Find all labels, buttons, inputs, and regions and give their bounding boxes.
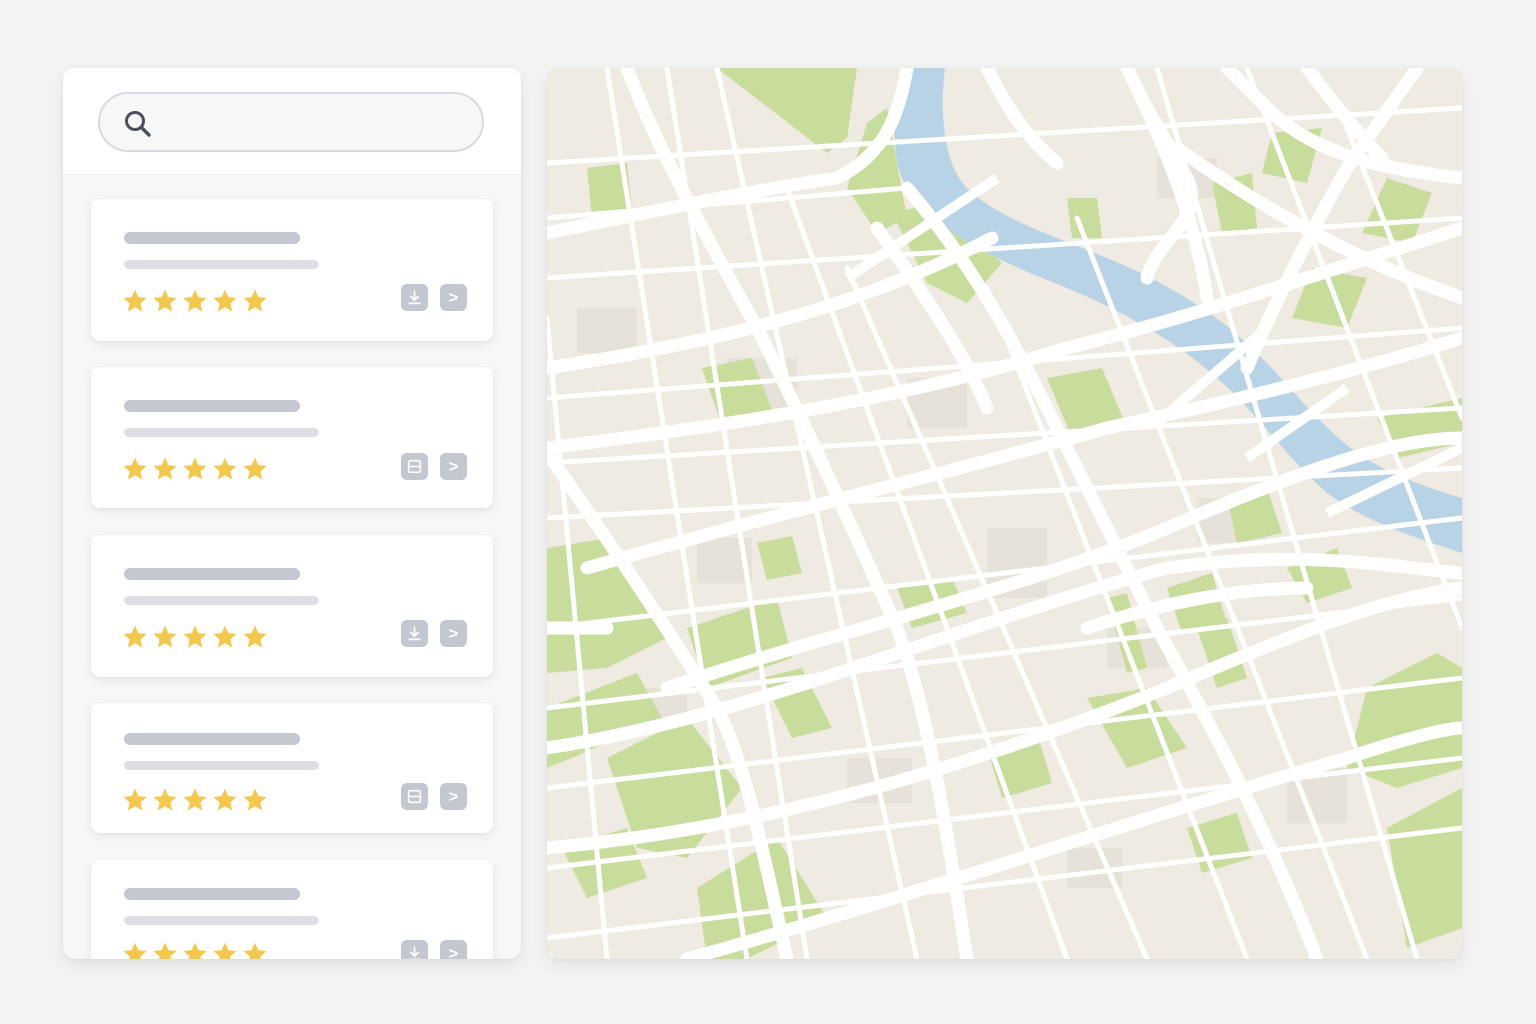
star-icon: [213, 289, 237, 312]
star-icon: [243, 457, 267, 480]
result-title-placeholder: [124, 400, 300, 412]
download-icon: [408, 946, 421, 959]
star-icon: [213, 942, 237, 959]
download-button[interactable]: [401, 940, 428, 959]
result-title-placeholder: [124, 888, 300, 900]
download-icon: [408, 626, 421, 641]
result-card[interactable]: >: [91, 703, 493, 833]
star-icon: [183, 625, 207, 648]
details-icon: [407, 789, 422, 804]
star-rating: [121, 287, 271, 315]
details-icon: [407, 459, 422, 474]
star-icon: [243, 942, 267, 959]
download-icon: [408, 290, 421, 305]
star-icon: [153, 457, 177, 480]
chevron-right-icon: >: [448, 624, 459, 643]
star-rating: [121, 623, 271, 651]
star-icon: [243, 625, 267, 648]
result-subtitle-placeholder: [124, 428, 319, 437]
result-title-placeholder: [124, 733, 300, 745]
star-icon: [213, 625, 237, 648]
result-subtitle-placeholder: [124, 761, 319, 770]
star-icon: [213, 788, 237, 811]
star-icon: [153, 625, 177, 648]
star-icon: [243, 788, 267, 811]
star-icon: [153, 289, 177, 312]
search-input[interactable]: [164, 104, 468, 142]
star-icon: [183, 942, 207, 959]
star-icon: [123, 289, 147, 312]
star-rating: [121, 455, 271, 483]
star-icon: [213, 457, 237, 480]
star-rating: [121, 786, 271, 814]
result-card[interactable]: >: [91, 367, 493, 508]
star-icon: [123, 788, 147, 811]
result-subtitle-placeholder: [124, 916, 319, 925]
street-map[interactable]: [547, 68, 1462, 959]
result-card[interactable]: >: [91, 535, 493, 677]
star-rating: [121, 940, 271, 959]
star-icon: [183, 788, 207, 811]
star-icon: [183, 457, 207, 480]
search-header: [63, 68, 521, 175]
star-icon: [183, 289, 207, 312]
chevron-right-icon: >: [448, 787, 459, 806]
details-button[interactable]: [401, 783, 428, 810]
star-icon: [153, 788, 177, 811]
search-bar[interactable]: [98, 92, 484, 152]
map-view[interactable]: [547, 68, 1462, 959]
download-button[interactable]: [401, 284, 428, 311]
star-icon: [243, 289, 267, 312]
result-subtitle-placeholder: [124, 596, 319, 605]
star-icon: [123, 625, 147, 648]
star-icon: [123, 942, 147, 959]
chevron-right-icon: >: [448, 944, 459, 959]
results-panel: > > > > >: [63, 68, 521, 959]
result-subtitle-placeholder: [124, 260, 319, 269]
result-card[interactable]: >: [91, 860, 493, 959]
next-button[interactable]: >: [440, 783, 467, 810]
result-title-placeholder: [124, 232, 300, 244]
download-button[interactable]: [401, 620, 428, 647]
next-button[interactable]: >: [440, 284, 467, 311]
star-icon: [153, 942, 177, 959]
next-button[interactable]: >: [440, 453, 467, 480]
chevron-right-icon: >: [448, 288, 459, 307]
next-button[interactable]: >: [440, 620, 467, 647]
results-list[interactable]: > > > > >: [63, 174, 521, 959]
search-icon: [125, 111, 151, 137]
result-title-placeholder: [124, 568, 300, 580]
result-card[interactable]: >: [91, 199, 493, 341]
chevron-right-icon: >: [448, 457, 459, 476]
next-button[interactable]: >: [440, 940, 467, 959]
star-icon: [123, 457, 147, 480]
details-button[interactable]: [401, 453, 428, 480]
